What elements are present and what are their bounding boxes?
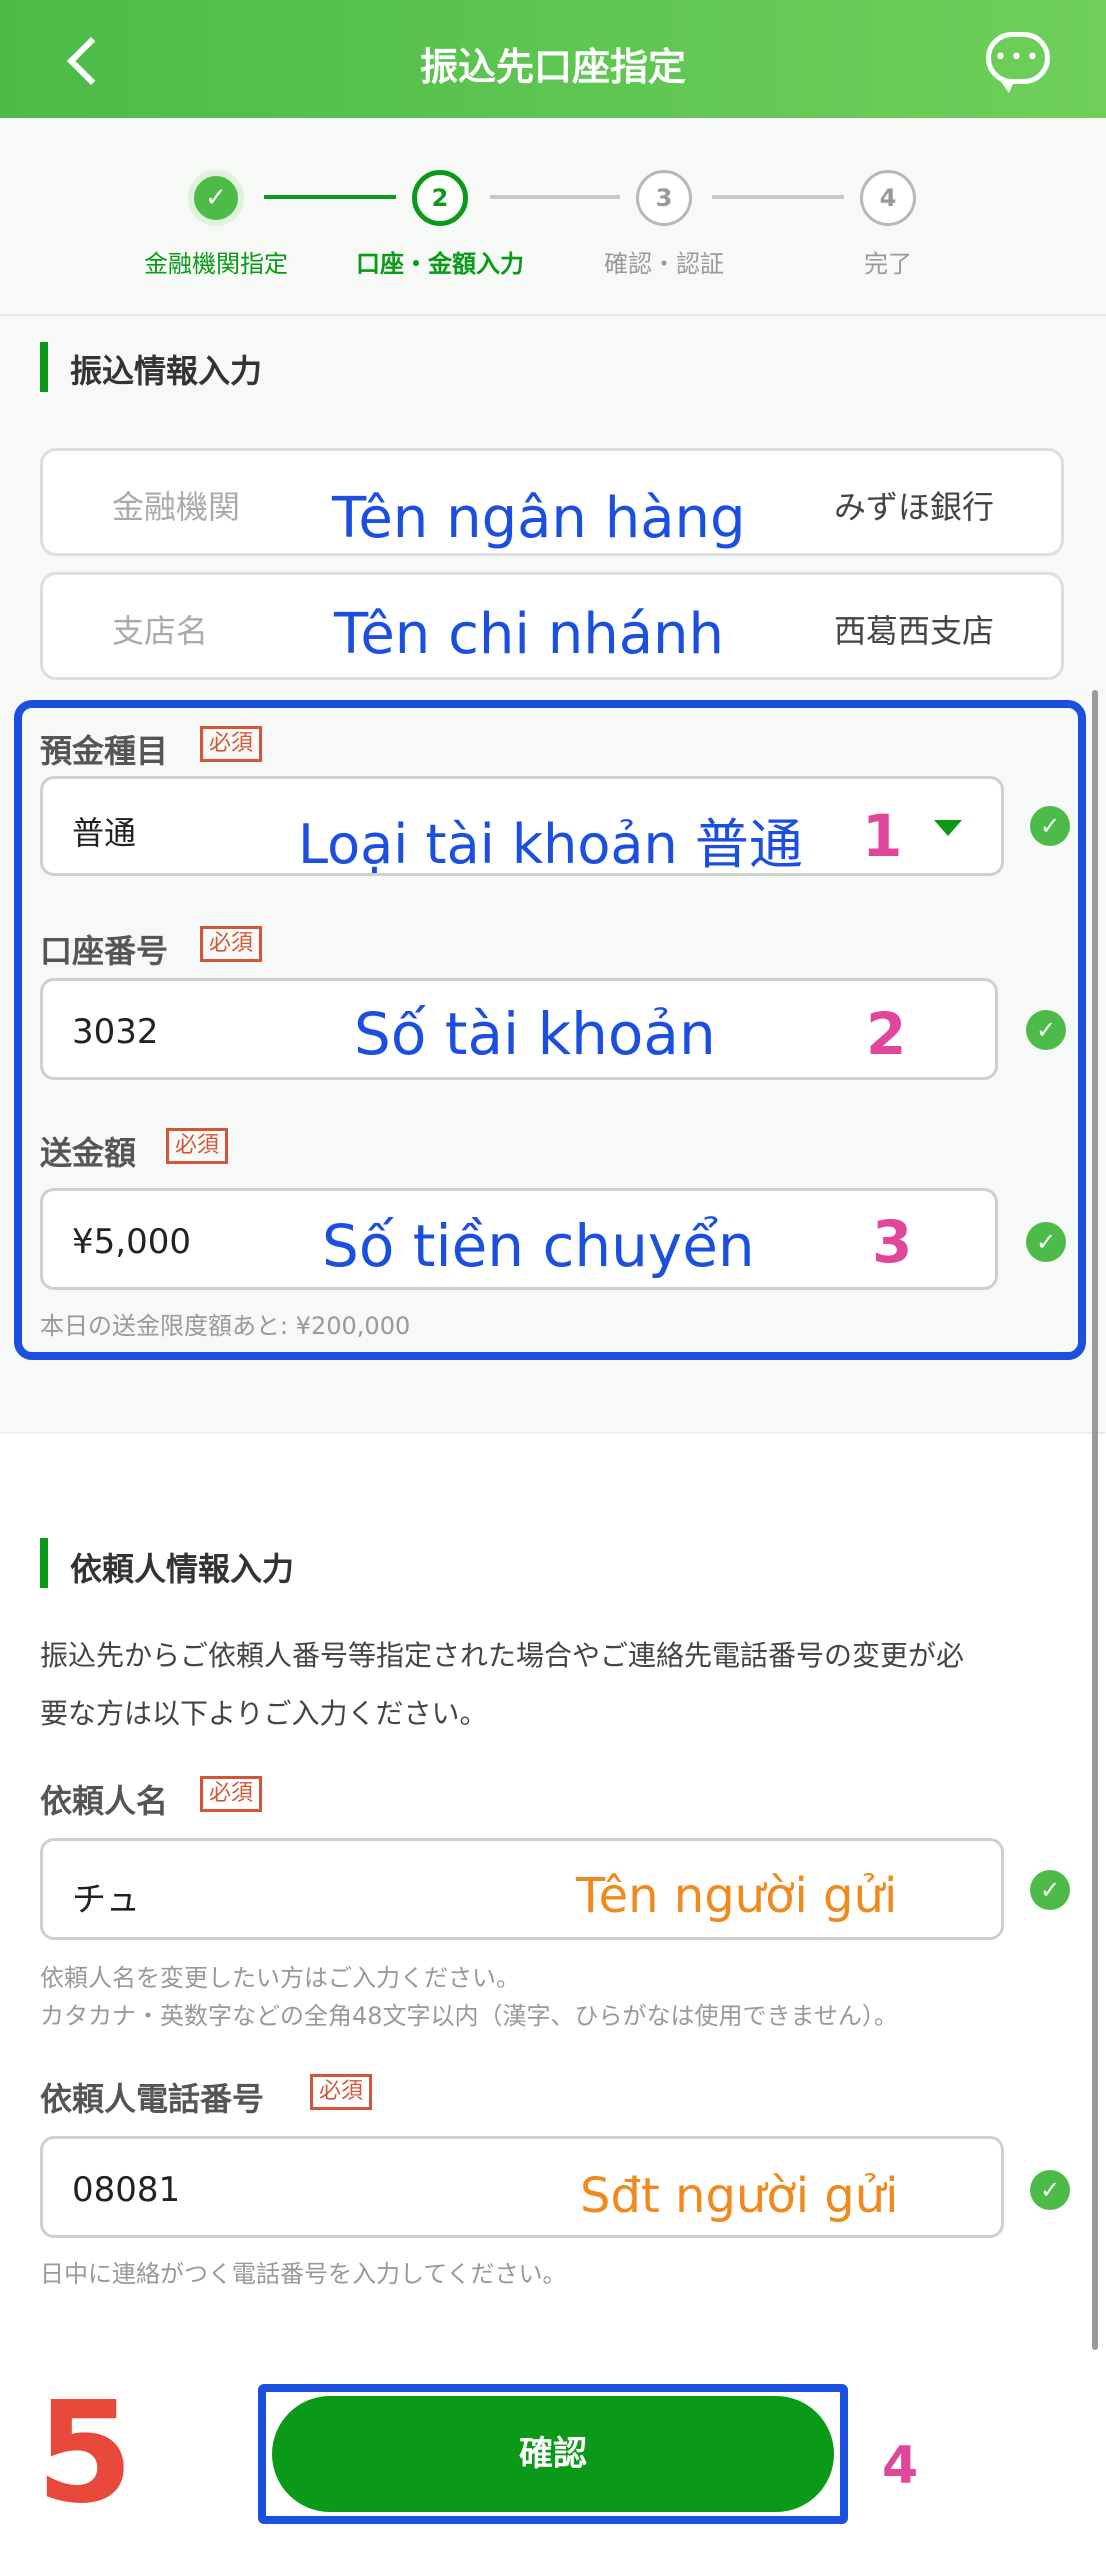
sender-description-line1: 振込先からご依頼人番号等指定された場合やご連絡先電話番号の変更が必	[40, 1639, 965, 1672]
app-header: 振込先口座指定 •••	[0, 0, 1106, 118]
step-connector	[490, 195, 620, 199]
step-4-marker: 4	[882, 2436, 919, 2496]
confirm-button[interactable]: 確認	[272, 2396, 834, 2512]
branch-label: 支店名	[112, 612, 209, 650]
valid-check-icon: ✓	[1026, 1222, 1066, 1262]
sender-phone-hint: 日中に連絡がつく電話番号を入力してください。	[40, 2260, 567, 2288]
transfer-section-title: 振込情報入力	[70, 352, 263, 390]
sender-section-title: 依頼人情報入力	[70, 1550, 295, 1588]
page-title: 振込先口座指定	[419, 45, 686, 89]
bank-value: みずほ銀行	[833, 488, 994, 526]
step-2-label: 口座・金額入力	[356, 250, 524, 278]
step-connector-done	[264, 195, 396, 199]
account-number-value: 3032	[72, 1012, 159, 1052]
corner-number-annotation: 5	[36, 2372, 134, 2535]
section-divider	[0, 1370, 1106, 1434]
scrollbar[interactable]	[1092, 690, 1098, 2350]
sender-name-hint-2: カタカナ・英数字などの全角48文字以内（漢字、ひらがなは使用できません）。	[40, 2002, 898, 2030]
dropdown-arrow-icon[interactable]	[934, 820, 962, 836]
account-type-annotation: Loại tài khoản 普通	[298, 813, 803, 876]
valid-check-icon: ✓	[1030, 806, 1070, 846]
required-badge: 必須	[200, 726, 263, 762]
sender-phone-value: 08081	[72, 2170, 181, 2210]
step-3-label: 確認・認証	[604, 250, 724, 278]
sender-phone-annotation: Sđt người gửi	[580, 2168, 899, 2224]
account-type-value: 普通	[72, 814, 137, 852]
sender-phone-label: 依頼人電話番号	[40, 2080, 265, 2118]
account-number-annotation: Số tài khoản	[354, 1000, 716, 1068]
step-2-indicator: 2	[412, 170, 468, 226]
branch-annotation: Tên chi nhánh	[334, 602, 725, 667]
step-1-check-icon: ✓	[188, 170, 244, 226]
required-badge: 必須	[200, 1776, 263, 1812]
sender-description-line2: 要な方は以下よりご入力ください。	[40, 1697, 488, 1730]
step-1-label: 金融機関指定	[144, 250, 288, 278]
valid-check-icon: ✓	[1030, 2170, 1070, 2210]
sender-name-hint-1: 依頼人名を変更したい方はご入力ください。	[40, 1964, 520, 1992]
chat-bubble-icon[interactable]: •••	[986, 32, 1050, 93]
required-badge: 必須	[166, 1128, 229, 1164]
account-number-label: 口座番号	[40, 932, 169, 970]
step-2-marker: 2	[866, 1000, 907, 1068]
branch-value: 西葛西支店	[833, 612, 994, 650]
sender-name-label: 依頼人名	[40, 1782, 169, 1820]
section-marker	[40, 342, 48, 392]
amount-annotation: Số tiền chuyển	[322, 1212, 755, 1280]
amount-value: ¥5,000	[72, 1222, 191, 1262]
step-3-indicator: 3	[636, 170, 692, 226]
required-badge: 必須	[310, 2074, 373, 2110]
sender-name-annotation: Tên người gửi	[576, 1868, 898, 1924]
step-connector	[712, 195, 844, 199]
bank-annotation: Tên ngân hàng	[332, 486, 746, 551]
progress-stepper	[0, 118, 1106, 316]
account-type-label: 預金種目	[40, 732, 169, 770]
amount-label: 送金額	[40, 1134, 137, 1172]
amount-limit-hint: 本日の送金限度額あと: ¥200,000	[40, 1312, 411, 1340]
step-4-indicator: 4	[860, 170, 916, 226]
section-marker	[40, 1538, 48, 1588]
required-badge: 必須	[200, 926, 263, 962]
valid-check-icon: ✓	[1026, 1010, 1066, 1050]
bank-label: 金融機関	[112, 488, 241, 526]
step-4-label: 完了	[864, 250, 912, 278]
sender-name-value: チュ	[72, 1880, 140, 1920]
step-3-marker: 3	[872, 1208, 913, 1276]
step-1-marker: 1	[862, 802, 903, 870]
valid-check-icon: ✓	[1030, 1870, 1070, 1910]
